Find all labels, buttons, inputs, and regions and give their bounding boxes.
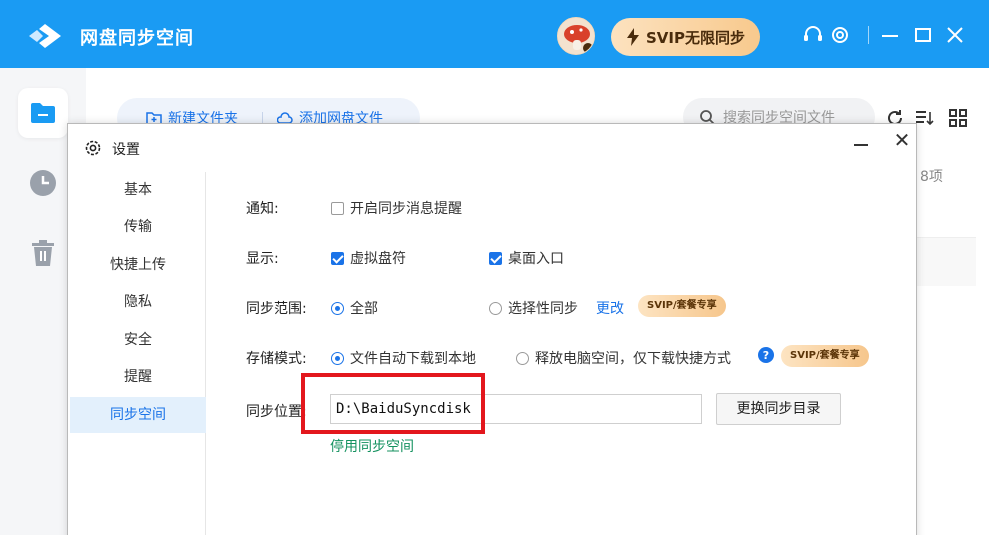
settings-tab-transfer[interactable]: 传输 [70, 209, 206, 245]
settings-tab-security[interactable]: 安全 [70, 322, 206, 358]
desktop-entry-checkbox-box[interactable] [489, 251, 502, 265]
storage-auto-label: 文件自动下载到本地 [350, 351, 476, 367]
sort-icon[interactable] [914, 108, 934, 128]
settings-gear-icon [85, 140, 101, 156]
app-logo-icon [29, 24, 61, 48]
settings-dialog: 设置 ✕ 基本 传输 快捷上传 隐私 安全 提醒 同步空间 通知: 开启同步消息… [67, 123, 917, 535]
scope-selective-radio[interactable]: 选择性同步 [489, 298, 578, 318]
maximize-icon[interactable] [912, 24, 934, 46]
settings-sidebar: 基本 传输 快捷上传 隐私 安全 提醒 同步空间 [70, 172, 206, 535]
grid-view-icon[interactable] [948, 108, 968, 128]
gear-icon[interactable] [829, 24, 851, 46]
scope-all-radio[interactable]: 全部 [331, 298, 378, 318]
dialog-minimize-button[interactable] [854, 144, 868, 146]
storage-auto-radio-dot[interactable] [331, 351, 344, 365]
desktop-entry-checkbox[interactable]: 桌面入口 [489, 248, 564, 268]
change-sync-dir-button[interactable]: 更换同步目录 [716, 393, 841, 425]
clock-icon [30, 170, 56, 196]
highlight-box [301, 373, 485, 434]
svip-upgrade-button[interactable]: SVIP无限同步 [611, 18, 760, 56]
display-label: 显示: [246, 251, 279, 267]
notify-option-label: 开启同步消息提醒 [350, 201, 462, 217]
notify-checkbox-box[interactable] [331, 201, 344, 215]
settings-tab-quick-upload[interactable]: 快捷上传 [70, 247, 206, 283]
scope-selective-label: 选择性同步 [508, 301, 578, 317]
app-title: 网盘同步空间 [80, 28, 194, 49]
svip-label: SVIP无限同步 [646, 28, 745, 47]
trash-icon [32, 240, 54, 266]
folder-icon [31, 103, 55, 123]
titlebar-divider [868, 26, 869, 44]
nav-item-files[interactable] [18, 88, 68, 138]
stop-sync-link[interactable]: 停用同步空间 [330, 436, 414, 456]
settings-tab-reminder[interactable]: 提醒 [70, 359, 206, 395]
headset-icon[interactable] [802, 24, 824, 46]
scope-label: 同步范围: [246, 301, 307, 317]
virtual-drive-label: 虚拟盘符 [350, 251, 406, 267]
item-count: 8项 [920, 169, 943, 185]
nav-item-trash[interactable] [18, 228, 68, 278]
svip-badge-storage: SVIP/套餐专享 [781, 345, 869, 367]
storage-auto-radio[interactable]: 文件自动下载到本地 [331, 348, 476, 368]
storage-free-radio[interactable]: 释放电脑空间，仅下载快捷方式 [516, 348, 731, 368]
virtual-drive-checkbox-box[interactable] [331, 251, 344, 265]
close-icon[interactable] [944, 24, 966, 46]
settings-tab-privacy[interactable]: 隐私 [70, 284, 206, 320]
scope-all-radio-dot[interactable] [331, 301, 344, 315]
title-bar: 网盘同步空间 SVIP无限同步 [0, 0, 989, 68]
scope-change-link[interactable]: 更改 [596, 298, 624, 318]
avatar[interactable] [557, 17, 595, 55]
dialog-title: 设置 [112, 142, 140, 158]
dialog-close-button[interactable]: ✕ [892, 130, 912, 150]
storage-label: 存储模式: [246, 351, 307, 367]
minimize-icon[interactable] [879, 24, 901, 46]
lightning-icon [627, 28, 639, 46]
help-icon[interactable]: ? [758, 347, 774, 363]
storage-free-label: 释放电脑空间，仅下载快捷方式 [535, 351, 731, 367]
scope-all-label: 全部 [350, 301, 378, 317]
storage-free-radio-dot[interactable] [516, 351, 529, 365]
settings-tab-basic[interactable]: 基本 [70, 172, 206, 208]
location-label: 同步位置: [246, 404, 307, 420]
notify-checkbox[interactable]: 开启同步消息提醒 [331, 198, 462, 218]
scope-selective-radio-dot[interactable] [489, 301, 502, 315]
virtual-drive-checkbox[interactable]: 虚拟盘符 [331, 248, 406, 268]
nav-item-recent[interactable] [18, 158, 68, 208]
desktop-entry-label: 桌面入口 [508, 251, 564, 267]
svip-badge-scope: SVIP/套餐专享 [638, 295, 726, 317]
settings-tab-sync-space[interactable]: 同步空间 [70, 397, 206, 433]
file-row[interactable] [915, 237, 976, 286]
notify-label: 通知: [246, 201, 279, 217]
